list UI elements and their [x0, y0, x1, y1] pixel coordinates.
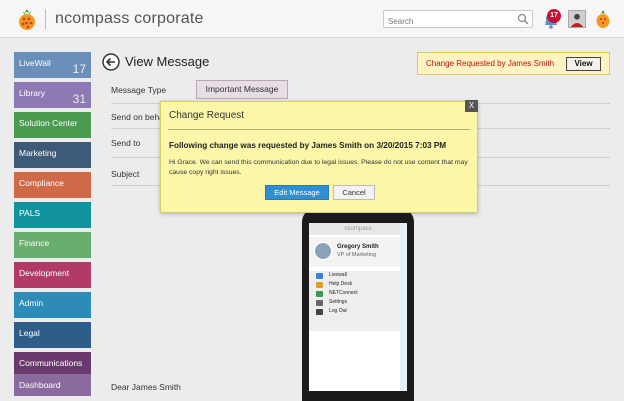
- brand-name: ncompass corporate: [55, 10, 204, 27]
- sidebar-item-label: LiveWall: [19, 58, 51, 68]
- close-icon[interactable]: X: [465, 100, 478, 112]
- dialog-heading: Following change was requested by James …: [169, 141, 447, 150]
- change-request-text: Change Requested by James Smith: [426, 59, 555, 68]
- phone-menu-item: Livewall: [309, 271, 407, 280]
- phone-side-panel: [400, 223, 407, 391]
- sidebar-item-label: Dashboard: [19, 380, 61, 390]
- greeting-text: Dear James Smith: [111, 382, 181, 392]
- phone-app-title: ncompass: [309, 223, 407, 235]
- help-desk-icon: [316, 281, 323, 288]
- netconnect-icon: [316, 290, 323, 297]
- sidebar-item-development[interactable]: Development: [14, 262, 91, 288]
- sidebar-item-label: Communications: [19, 358, 83, 368]
- sidebar-item-label: Admin: [19, 298, 44, 308]
- sidebar-item-library[interactable]: Library 31: [14, 82, 91, 108]
- top-header: ncompass corporate 17: [0, 0, 624, 38]
- change-request-dialog: Change Request Following change was requ…: [160, 101, 478, 213]
- user-avatar[interactable]: [568, 10, 586, 28]
- dialog-divider: [168, 129, 470, 130]
- sidebar-item-pals[interactable]: PALS: [14, 202, 91, 228]
- sidebar-item-count: 31: [72, 92, 86, 106]
- sidebar-item-legal[interactable]: Legal: [14, 322, 91, 348]
- phone-menu-label: Log Out: [329, 308, 347, 314]
- sidebar-item-label: Finance: [19, 238, 50, 248]
- cancel-button[interactable]: Cancel: [333, 185, 375, 200]
- phone-menu-label: Help Desk: [329, 281, 353, 287]
- message-type-label: Message Type: [111, 85, 167, 95]
- pineapple-logo-icon[interactable]: [16, 7, 38, 31]
- change-request-banner: Change Requested by James Smith View: [417, 52, 610, 75]
- sidebar-item-compliance[interactable]: Compliance: [14, 172, 91, 198]
- search-box[interactable]: [383, 10, 533, 30]
- sidebar-item-label: Marketing: [19, 148, 57, 158]
- phone-menu-label: Settings: [329, 299, 348, 305]
- phone-menu-item: Log Out: [309, 307, 407, 316]
- sidebar-item-solution-center[interactable]: Solution Center: [14, 112, 91, 138]
- logo-divider: [45, 9, 46, 29]
- sidebar-item-label: Compliance: [19, 178, 64, 188]
- phone-menu: Livewall Help Desk NETConnect Settings L…: [309, 271, 407, 331]
- phone-menu-label: NETConnect: [329, 290, 358, 296]
- livewall-icon: [316, 272, 323, 279]
- phone-profile: Gregory Smith VP of Marketing: [309, 237, 407, 267]
- settings-icon: [316, 299, 323, 306]
- view-change-button[interactable]: View: [566, 57, 601, 71]
- app-switcher-icon[interactable]: [594, 9, 612, 29]
- phone-profile-name: Gregory Smith: [337, 244, 379, 250]
- subject-label: Subject: [111, 169, 140, 179]
- sidebar-nav: LiveWall 17 Library 31 Solution Center M…: [14, 52, 91, 400]
- page-title: View Message: [125, 54, 210, 69]
- phone-menu-item: Help Desk: [309, 280, 407, 289]
- sidebar-item-label: Development: [19, 268, 70, 278]
- sidebar-item-marketing[interactable]: Marketing: [14, 142, 91, 168]
- sidebar-item-label: Legal: [19, 328, 40, 338]
- search-icon[interactable]: [517, 13, 529, 25]
- sidebar-item-dashboard[interactable]: Dashboard: [14, 374, 91, 396]
- sidebar-item-admin[interactable]: Admin: [14, 292, 91, 318]
- message-type-value[interactable]: Important Message: [196, 80, 288, 99]
- sidebar-item-label: Solution Center: [19, 118, 78, 128]
- send-to-label: Send to: [111, 138, 141, 148]
- search-input[interactable]: [384, 13, 512, 30]
- phone-preview: ncompass Gregory Smith VP of Marketing L…: [302, 208, 414, 401]
- sidebar-item-communications[interactable]: Communications: [14, 352, 91, 374]
- sidebar-item-label: PALS: [19, 208, 41, 218]
- dialog-body: Hi Grace. We can send this communication…: [169, 159, 468, 176]
- phone-menu-label: Livewall: [329, 272, 347, 278]
- sidebar-item-count: 17: [72, 62, 86, 76]
- sidebar-item-finance[interactable]: Finance: [14, 232, 91, 258]
- sidebar-item-label: Library: [19, 88, 45, 98]
- phone-screen: ncompass Gregory Smith VP of Marketing L…: [309, 223, 407, 391]
- notification-count-badge: 17: [547, 9, 561, 23]
- back-arrow-icon[interactable]: [102, 53, 120, 71]
- phone-menu-item: NETConnect: [309, 289, 407, 298]
- phone-menu-item: Settings: [309, 298, 407, 307]
- sidebar-item-livewall[interactable]: LiveWall 17: [14, 52, 91, 78]
- edit-message-button[interactable]: Edit Message: [265, 185, 329, 200]
- log-out-icon: [316, 308, 323, 315]
- phone-avatar: [314, 242, 332, 260]
- dialog-title: Change Request: [169, 110, 245, 121]
- phone-profile-role: VP of Marketing: [337, 252, 377, 258]
